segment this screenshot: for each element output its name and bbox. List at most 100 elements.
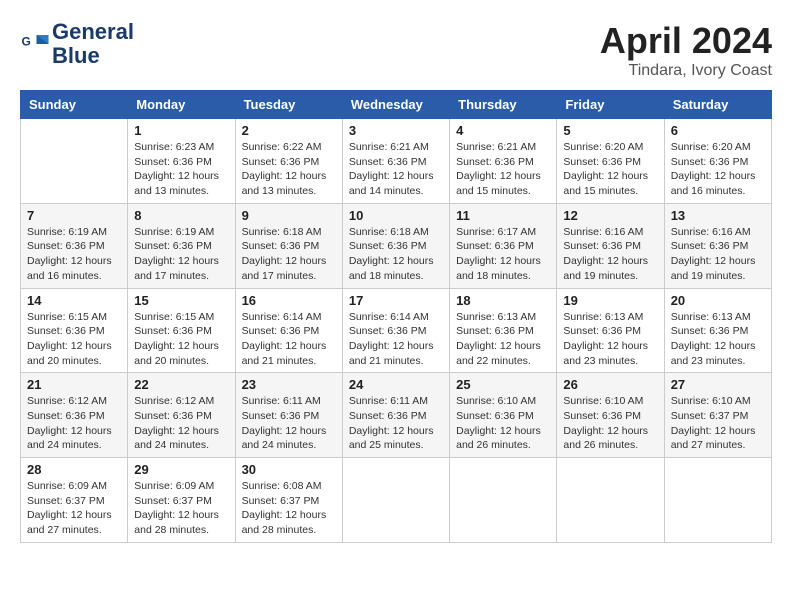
calendar-cell: 14 Sunrise: 6:15 AM Sunset: 6:36 PM Dayli… bbox=[21, 288, 128, 373]
day-info: Sunrise: 6:19 AM Sunset: 6:36 PM Dayligh… bbox=[134, 225, 228, 284]
svg-text:G: G bbox=[22, 35, 31, 49]
day-number: 2 bbox=[242, 123, 336, 138]
day-number: 8 bbox=[134, 208, 228, 223]
page-subtitle: Tindara, Ivory Coast bbox=[600, 62, 772, 80]
day-number: 30 bbox=[242, 462, 336, 477]
day-number: 24 bbox=[349, 377, 443, 392]
day-info: Sunrise: 6:21 AM Sunset: 6:36 PM Dayligh… bbox=[456, 140, 550, 199]
day-number: 18 bbox=[456, 293, 550, 308]
calendar-header-sunday: Sunday bbox=[21, 91, 128, 119]
calendar-cell: 7 Sunrise: 6:19 AM Sunset: 6:36 PM Daylig… bbox=[21, 203, 128, 288]
day-info: Sunrise: 6:10 AM Sunset: 6:36 PM Dayligh… bbox=[563, 394, 657, 453]
calendar-cell: 25 Sunrise: 6:10 AM Sunset: 6:36 PM Dayli… bbox=[450, 373, 557, 458]
calendar-header-tuesday: Tuesday bbox=[235, 91, 342, 119]
calendar-cell: 27 Sunrise: 6:10 AM Sunset: 6:37 PM Dayli… bbox=[664, 373, 771, 458]
day-number: 22 bbox=[134, 377, 228, 392]
calendar-cell: 4 Sunrise: 6:21 AM Sunset: 6:36 PM Daylig… bbox=[450, 119, 557, 204]
day-info: Sunrise: 6:13 AM Sunset: 6:36 PM Dayligh… bbox=[671, 310, 765, 369]
day-number: 12 bbox=[563, 208, 657, 223]
calendar-week-row: 1Sunrise: 6:23 AM Sunset: 6:36 PM Daylig… bbox=[21, 119, 772, 204]
day-info: Sunrise: 6:18 AM Sunset: 6:36 PM Dayligh… bbox=[242, 225, 336, 284]
day-number: 7 bbox=[27, 208, 121, 223]
calendar-cell: 3 Sunrise: 6:21 AM Sunset: 6:36 PM Daylig… bbox=[342, 119, 449, 204]
day-number: 4 bbox=[456, 123, 550, 138]
day-number: 27 bbox=[671, 377, 765, 392]
calendar-cell: 22 Sunrise: 6:12 AM Sunset: 6:36 PM Dayli… bbox=[128, 373, 235, 458]
day-number: 5 bbox=[563, 123, 657, 138]
day-number: 26 bbox=[563, 377, 657, 392]
day-number: 19 bbox=[563, 293, 657, 308]
day-number: 15 bbox=[134, 293, 228, 308]
calendar-cell: 12 Sunrise: 6:16 AM Sunset: 6:36 PM Dayli… bbox=[557, 203, 664, 288]
day-info: Sunrise: 6:13 AM Sunset: 6:36 PM Dayligh… bbox=[563, 310, 657, 369]
calendar-header-wednesday: Wednesday bbox=[342, 91, 449, 119]
day-info: Sunrise: 6:13 AM Sunset: 6:36 PM Dayligh… bbox=[456, 310, 550, 369]
calendar-cell: 28Sunrise: 6:09 AM Sunset: 6:37 PM Dayli… bbox=[21, 458, 128, 543]
day-number: 17 bbox=[349, 293, 443, 308]
day-info: Sunrise: 6:20 AM Sunset: 6:36 PM Dayligh… bbox=[671, 140, 765, 199]
day-info: Sunrise: 6:12 AM Sunset: 6:36 PM Dayligh… bbox=[27, 394, 121, 453]
calendar-header-saturday: Saturday bbox=[664, 91, 771, 119]
day-number: 21 bbox=[27, 377, 121, 392]
day-number: 29 bbox=[134, 462, 228, 477]
calendar-table: SundayMondayTuesdayWednesdayThursdayFrid… bbox=[20, 90, 772, 543]
calendar-week-row: 28Sunrise: 6:09 AM Sunset: 6:37 PM Dayli… bbox=[21, 458, 772, 543]
day-info: Sunrise: 6:18 AM Sunset: 6:36 PM Dayligh… bbox=[349, 225, 443, 284]
day-number: 11 bbox=[456, 208, 550, 223]
day-info: Sunrise: 6:16 AM Sunset: 6:36 PM Dayligh… bbox=[563, 225, 657, 284]
day-info: Sunrise: 6:12 AM Sunset: 6:36 PM Dayligh… bbox=[134, 394, 228, 453]
calendar-cell: 20 Sunrise: 6:13 AM Sunset: 6:36 PM Dayli… bbox=[664, 288, 771, 373]
day-info: Sunrise: 6:15 AM Sunset: 6:36 PM Dayligh… bbox=[27, 310, 121, 369]
calendar-cell: 13 Sunrise: 6:16 AM Sunset: 6:36 PM Dayli… bbox=[664, 203, 771, 288]
day-number: 6 bbox=[671, 123, 765, 138]
day-info: Sunrise: 6:11 AM Sunset: 6:36 PM Dayligh… bbox=[242, 394, 336, 453]
calendar-cell: 29 Sunrise: 6:09 AM Sunset: 6:37 PM Dayli… bbox=[128, 458, 235, 543]
calendar-cell bbox=[21, 119, 128, 204]
day-info: Sunrise: 6:14 AM Sunset: 6:36 PM Dayligh… bbox=[349, 310, 443, 369]
calendar-cell: 11 Sunrise: 6:17 AM Sunset: 6:36 PM Dayli… bbox=[450, 203, 557, 288]
day-info: Sunrise: 6:09 AM Sunset: 6:37 PM Dayligh… bbox=[27, 479, 121, 538]
calendar-cell: 21 Sunrise: 6:12 AM Sunset: 6:36 PM Dayli… bbox=[21, 373, 128, 458]
day-number: 14 bbox=[27, 293, 121, 308]
calendar-cell: 19 Sunrise: 6:13 AM Sunset: 6:36 PM Dayli… bbox=[557, 288, 664, 373]
day-number: 10 bbox=[349, 208, 443, 223]
logo-line1: General Blue bbox=[52, 20, 134, 68]
calendar-cell: 30 Sunrise: 6:08 AM Sunset: 6:37 PM Dayli… bbox=[235, 458, 342, 543]
calendar-cell: 16Sunrise: 6:14 AM Sunset: 6:36 PM Dayli… bbox=[235, 288, 342, 373]
day-info: Sunrise: 6:09 AM Sunset: 6:37 PM Dayligh… bbox=[134, 479, 228, 538]
page-header: G General Blue April 2024 Tindara, Ivory… bbox=[20, 20, 772, 80]
day-info: Sunrise: 6:23 AM Sunset: 6:36 PM Dayligh… bbox=[134, 140, 228, 199]
calendar-week-row: 14 Sunrise: 6:15 AM Sunset: 6:36 PM Dayli… bbox=[21, 288, 772, 373]
calendar-cell: 9 Sunrise: 6:18 AM Sunset: 6:36 PM Daylig… bbox=[235, 203, 342, 288]
calendar-cell bbox=[664, 458, 771, 543]
day-info: Sunrise: 6:17 AM Sunset: 6:36 PM Dayligh… bbox=[456, 225, 550, 284]
logo: G General Blue bbox=[20, 20, 134, 68]
day-info: Sunrise: 6:10 AM Sunset: 6:36 PM Dayligh… bbox=[456, 394, 550, 453]
calendar-cell: 17 Sunrise: 6:14 AM Sunset: 6:36 PM Dayli… bbox=[342, 288, 449, 373]
calendar-cell: 8 Sunrise: 6:19 AM Sunset: 6:36 PM Daylig… bbox=[128, 203, 235, 288]
calendar-header-row: SundayMondayTuesdayWednesdayThursdayFrid… bbox=[21, 91, 772, 119]
calendar-cell: 5Sunrise: 6:20 AM Sunset: 6:36 PM Daylig… bbox=[557, 119, 664, 204]
day-number: 13 bbox=[671, 208, 765, 223]
calendar-cell: 24Sunrise: 6:11 AM Sunset: 6:36 PM Dayli… bbox=[342, 373, 449, 458]
day-info: Sunrise: 6:10 AM Sunset: 6:37 PM Dayligh… bbox=[671, 394, 765, 453]
day-number: 3 bbox=[349, 123, 443, 138]
calendar-header-thursday: Thursday bbox=[450, 91, 557, 119]
day-number: 9 bbox=[242, 208, 336, 223]
calendar-cell: 1Sunrise: 6:23 AM Sunset: 6:36 PM Daylig… bbox=[128, 119, 235, 204]
calendar-cell: 15 Sunrise: 6:15 AM Sunset: 6:36 PM Dayli… bbox=[128, 288, 235, 373]
logo-icon: G bbox=[20, 29, 50, 59]
day-info: Sunrise: 6:08 AM Sunset: 6:37 PM Dayligh… bbox=[242, 479, 336, 538]
calendar-cell bbox=[342, 458, 449, 543]
day-number: 25 bbox=[456, 377, 550, 392]
day-info: Sunrise: 6:16 AM Sunset: 6:36 PM Dayligh… bbox=[671, 225, 765, 284]
calendar-header-monday: Monday bbox=[128, 91, 235, 119]
day-info: Sunrise: 6:15 AM Sunset: 6:36 PM Dayligh… bbox=[134, 310, 228, 369]
day-number: 20 bbox=[671, 293, 765, 308]
calendar-week-row: 21 Sunrise: 6:12 AM Sunset: 6:36 PM Dayli… bbox=[21, 373, 772, 458]
day-info: Sunrise: 6:19 AM Sunset: 6:36 PM Dayligh… bbox=[27, 225, 121, 284]
calendar-cell bbox=[557, 458, 664, 543]
day-info: Sunrise: 6:21 AM Sunset: 6:36 PM Dayligh… bbox=[349, 140, 443, 199]
calendar-cell bbox=[450, 458, 557, 543]
calendar-cell: 26 Sunrise: 6:10 AM Sunset: 6:36 PM Dayli… bbox=[557, 373, 664, 458]
